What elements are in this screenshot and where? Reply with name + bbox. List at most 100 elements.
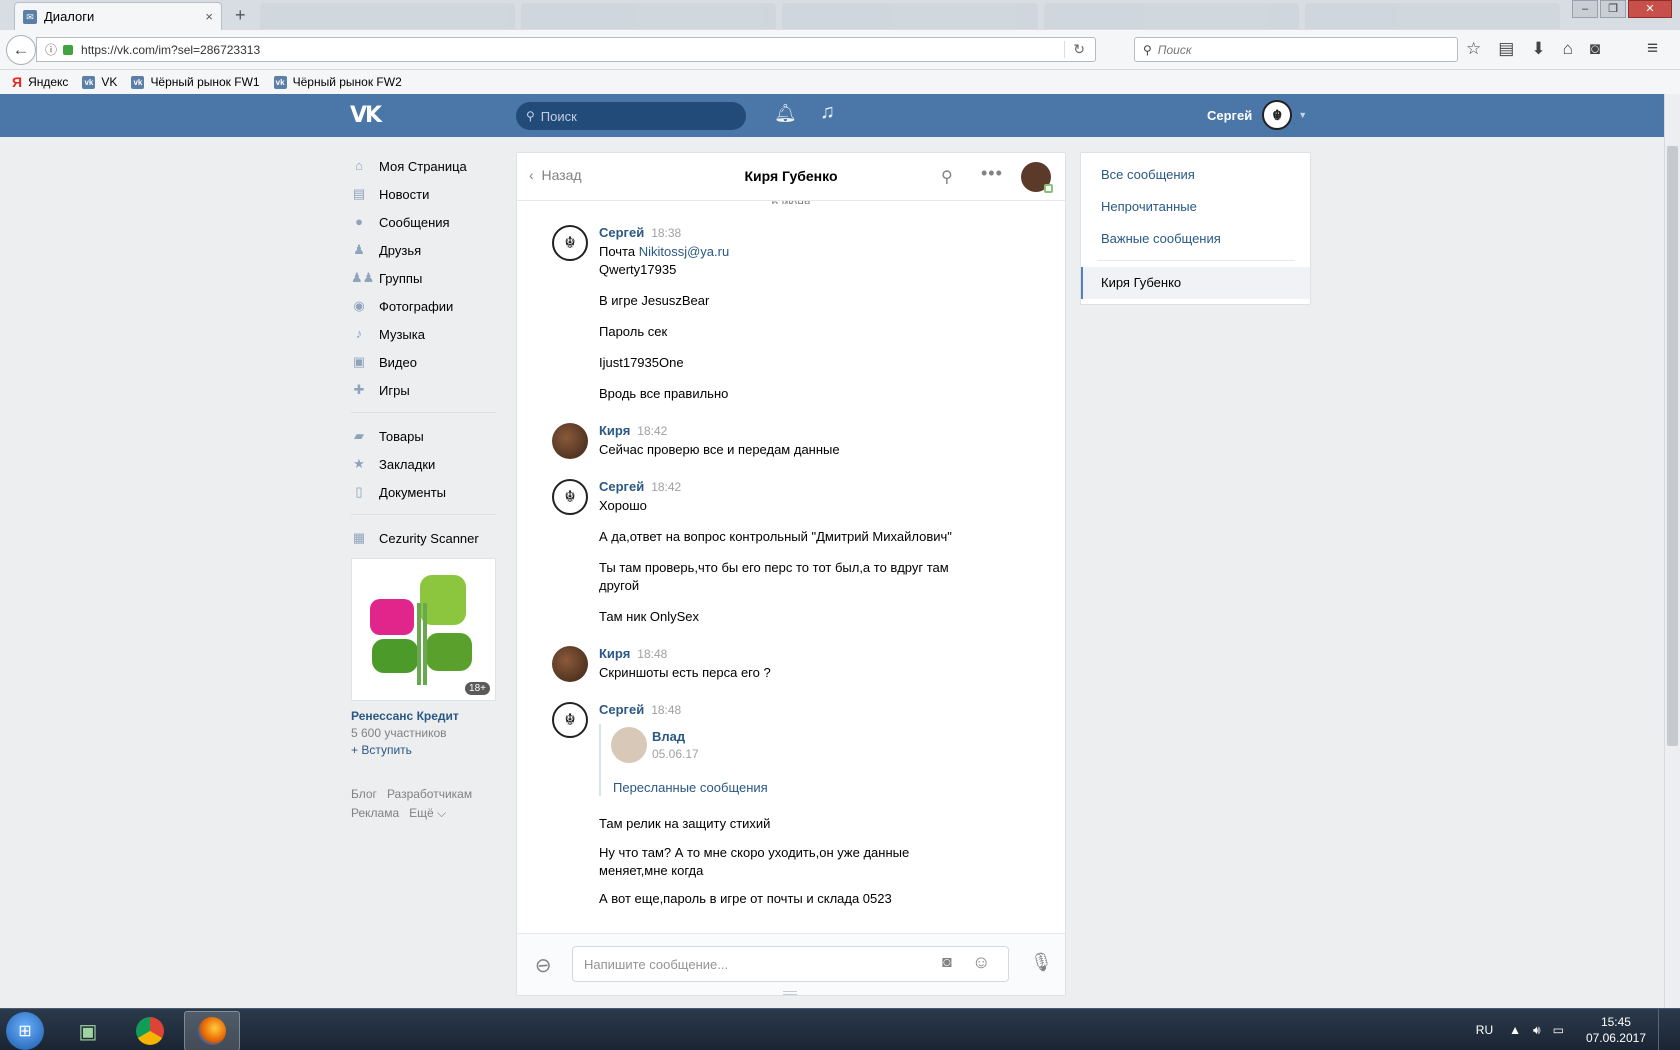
forwarded-author[interactable]: Влад xyxy=(652,729,685,744)
network-icon[interactable]: ▭ xyxy=(1553,1023,1564,1037)
home-icon[interactable]: ⌂ xyxy=(1563,39,1573,59)
footer-link-ads[interactable]: Реклама xyxy=(351,806,399,820)
emoji-icon[interactable]: ☺ xyxy=(972,952,990,973)
message-time[interactable]: 18:48 xyxy=(651,703,681,717)
avatar[interactable] xyxy=(1021,162,1053,193)
search-icon[interactable]: ⚲ xyxy=(941,167,953,187)
ad-image[interactable]: 18+ xyxy=(351,558,496,701)
bookmark-vk[interactable]: vk VK xyxy=(82,75,117,89)
bookmark-fw2[interactable]: vk Чёрный рынок FW2 xyxy=(273,75,402,89)
minimize-button[interactable]: – xyxy=(1572,0,1598,18)
page-scrollbar[interactable] xyxy=(1664,94,1680,1008)
vk-icon: vk xyxy=(131,75,145,89)
chrome-icon xyxy=(136,1017,164,1045)
sidebar-item-messages[interactable]: ● Сообщения xyxy=(351,208,496,236)
monitor-icon: ▣ xyxy=(78,1020,98,1043)
sidebar-item-music[interactable]: ♪ Музыка xyxy=(351,320,496,348)
vk-search-input[interactable]: ⚲ Поиск xyxy=(516,102,746,130)
sidebar-item-groups[interactable]: ♟♟ Группы xyxy=(351,264,496,292)
renaissance-logo xyxy=(370,575,472,685)
sidebar-item-cezurity[interactable]: ▦ Cezurity Scanner xyxy=(351,524,496,552)
bookmark-star-icon[interactable]: ☆ xyxy=(1466,39,1481,59)
user-menu[interactable]: Сергей ☬ ▼ xyxy=(1207,100,1307,130)
message-history[interactable]: ☬ Сергей 18:38 Почта Nikitossj@ya.ru Qwer… xyxy=(517,203,1065,933)
maximize-button[interactable]: ❐ xyxy=(1600,0,1626,18)
vk-logo[interactable]: VK xyxy=(350,103,382,128)
avatar[interactable] xyxy=(552,423,588,459)
browser-search-field[interactable]: ⚲ Поиск xyxy=(1134,37,1458,62)
taskbar-chrome[interactable] xyxy=(122,1011,178,1050)
message-time[interactable]: 18:42 xyxy=(651,480,681,494)
footer-link-developers[interactable]: Разработчикам xyxy=(387,787,472,801)
message-author[interactable]: Сергей xyxy=(599,479,644,494)
start-button[interactable]: ⊞ xyxy=(6,1012,44,1050)
sidebar-item-my-page[interactable]: ⌂ Моя Страница xyxy=(351,152,496,180)
forwarded-messages-link[interactable]: Пересланные сообщения xyxy=(613,780,768,795)
url-bar[interactable]: ⓘ https://vk.com/im?sel=286723313 ↻ xyxy=(36,37,1096,62)
email-link[interactable]: Nikitossj@ya.ru xyxy=(639,244,730,259)
taskbar-firefox[interactable] xyxy=(184,1011,240,1050)
ad-title[interactable]: Ренессанс Кредит xyxy=(351,709,496,723)
message-author[interactable]: Сергей xyxy=(599,702,644,717)
scrollbar-thumb[interactable] xyxy=(1667,146,1678,746)
filter-unread[interactable]: Непрочитанные xyxy=(1101,199,1197,214)
volume-icon[interactable]: 🔊︎ xyxy=(1533,1023,1541,1038)
avatar[interactable]: ☬ xyxy=(552,702,588,738)
message-author[interactable]: Киря xyxy=(599,646,630,661)
new-tab-button[interactable]: + xyxy=(235,5,246,26)
message-author[interactable]: Киря xyxy=(599,423,630,438)
more-options-icon[interactable]: ••• xyxy=(981,163,1003,184)
message-time[interactable]: 18:38 xyxy=(651,226,681,240)
footer-link-blog[interactable]: Блог xyxy=(351,787,377,801)
show-desktop-button[interactable] xyxy=(1658,1009,1670,1050)
sidebar-item-games[interactable]: ✚ Игры xyxy=(351,376,496,404)
star-icon: ★ xyxy=(353,456,365,471)
pocket-icon[interactable]: ◙ xyxy=(1590,39,1600,59)
join-button[interactable]: + Вступить xyxy=(351,743,496,757)
clock[interactable]: 15:45 07.06.2017 xyxy=(1586,1014,1646,1046)
active-dialog-item[interactable]: Киря Губенко xyxy=(1081,267,1310,299)
bookmark-fw1[interactable]: vk Чёрный рынок FW1 xyxy=(131,75,260,89)
download-icon[interactable]: ⬇ xyxy=(1531,39,1545,59)
reading-list-icon[interactable]: ▤ xyxy=(1498,39,1514,59)
avatar[interactable]: ☬ xyxy=(552,479,588,515)
avatar[interactable] xyxy=(611,727,647,763)
avatar[interactable]: ☬ xyxy=(552,225,588,261)
camera-icon[interactable]: ◙ xyxy=(942,954,952,972)
footer-link-more[interactable]: Ещё ⌵ xyxy=(409,806,446,820)
taskbar-monitor-app[interactable]: ▣ xyxy=(60,1011,116,1050)
message-author[interactable]: Сергей xyxy=(599,225,644,240)
sidebar-item-documents[interactable]: ▯ Документы xyxy=(351,478,496,506)
sidebar-item-bookmarks[interactable]: ★ Закладки xyxy=(351,450,496,478)
avatar[interactable] xyxy=(552,646,588,682)
divider xyxy=(351,514,496,515)
paperclip-icon[interactable]: ⊘ xyxy=(529,951,558,981)
sidebar-item-video[interactable]: ▣ Видео xyxy=(351,348,496,376)
microphone-icon[interactable]: 🎙︎ xyxy=(1030,952,1053,973)
sidebar-item-goods[interactable]: ▰ Товары xyxy=(351,422,496,450)
resize-handle[interactable] xyxy=(783,991,797,995)
close-window-button[interactable]: ✕ xyxy=(1628,0,1672,18)
close-tab-icon[interactable]: × xyxy=(205,9,213,24)
filter-important[interactable]: Важные сообщения xyxy=(1101,231,1221,246)
sidebar-item-friends[interactable]: ♟ Друзья xyxy=(351,236,496,264)
filter-all-messages[interactable]: Все сообщения xyxy=(1101,167,1195,182)
bookmark-yandex[interactable]: Я Яндекс xyxy=(12,74,68,90)
message-time[interactable]: 18:42 xyxy=(637,424,667,438)
url-text[interactable]: https://vk.com/im?sel=286723313 xyxy=(81,43,1064,57)
reload-icon[interactable]: ↻ xyxy=(1064,41,1085,58)
vk-icon: vk xyxy=(82,75,96,89)
language-indicator[interactable]: RU xyxy=(1476,1023,1493,1037)
message-time[interactable]: 18:48 xyxy=(637,647,667,661)
hamburger-menu-icon[interactable]: ≡ xyxy=(1647,38,1658,60)
browser-back-button[interactable]: ← xyxy=(6,35,36,65)
notifications-bell-icon[interactable]: 🔔︎ xyxy=(774,103,797,124)
browser-tab[interactable]: ✉ Диалоги × xyxy=(14,2,222,30)
sidebar-item-news[interactable]: ▤ Новости xyxy=(351,180,496,208)
music-note-icon[interactable]: ♫ xyxy=(820,101,835,124)
lock-icon xyxy=(63,44,74,55)
video-icon: ▣ xyxy=(352,354,366,369)
sidebar-item-photos[interactable]: ◉ Фотографии xyxy=(351,292,496,320)
info-icon[interactable]: ⓘ xyxy=(45,41,57,58)
tray-arrow-icon[interactable]: ▲ xyxy=(1509,1023,1521,1037)
